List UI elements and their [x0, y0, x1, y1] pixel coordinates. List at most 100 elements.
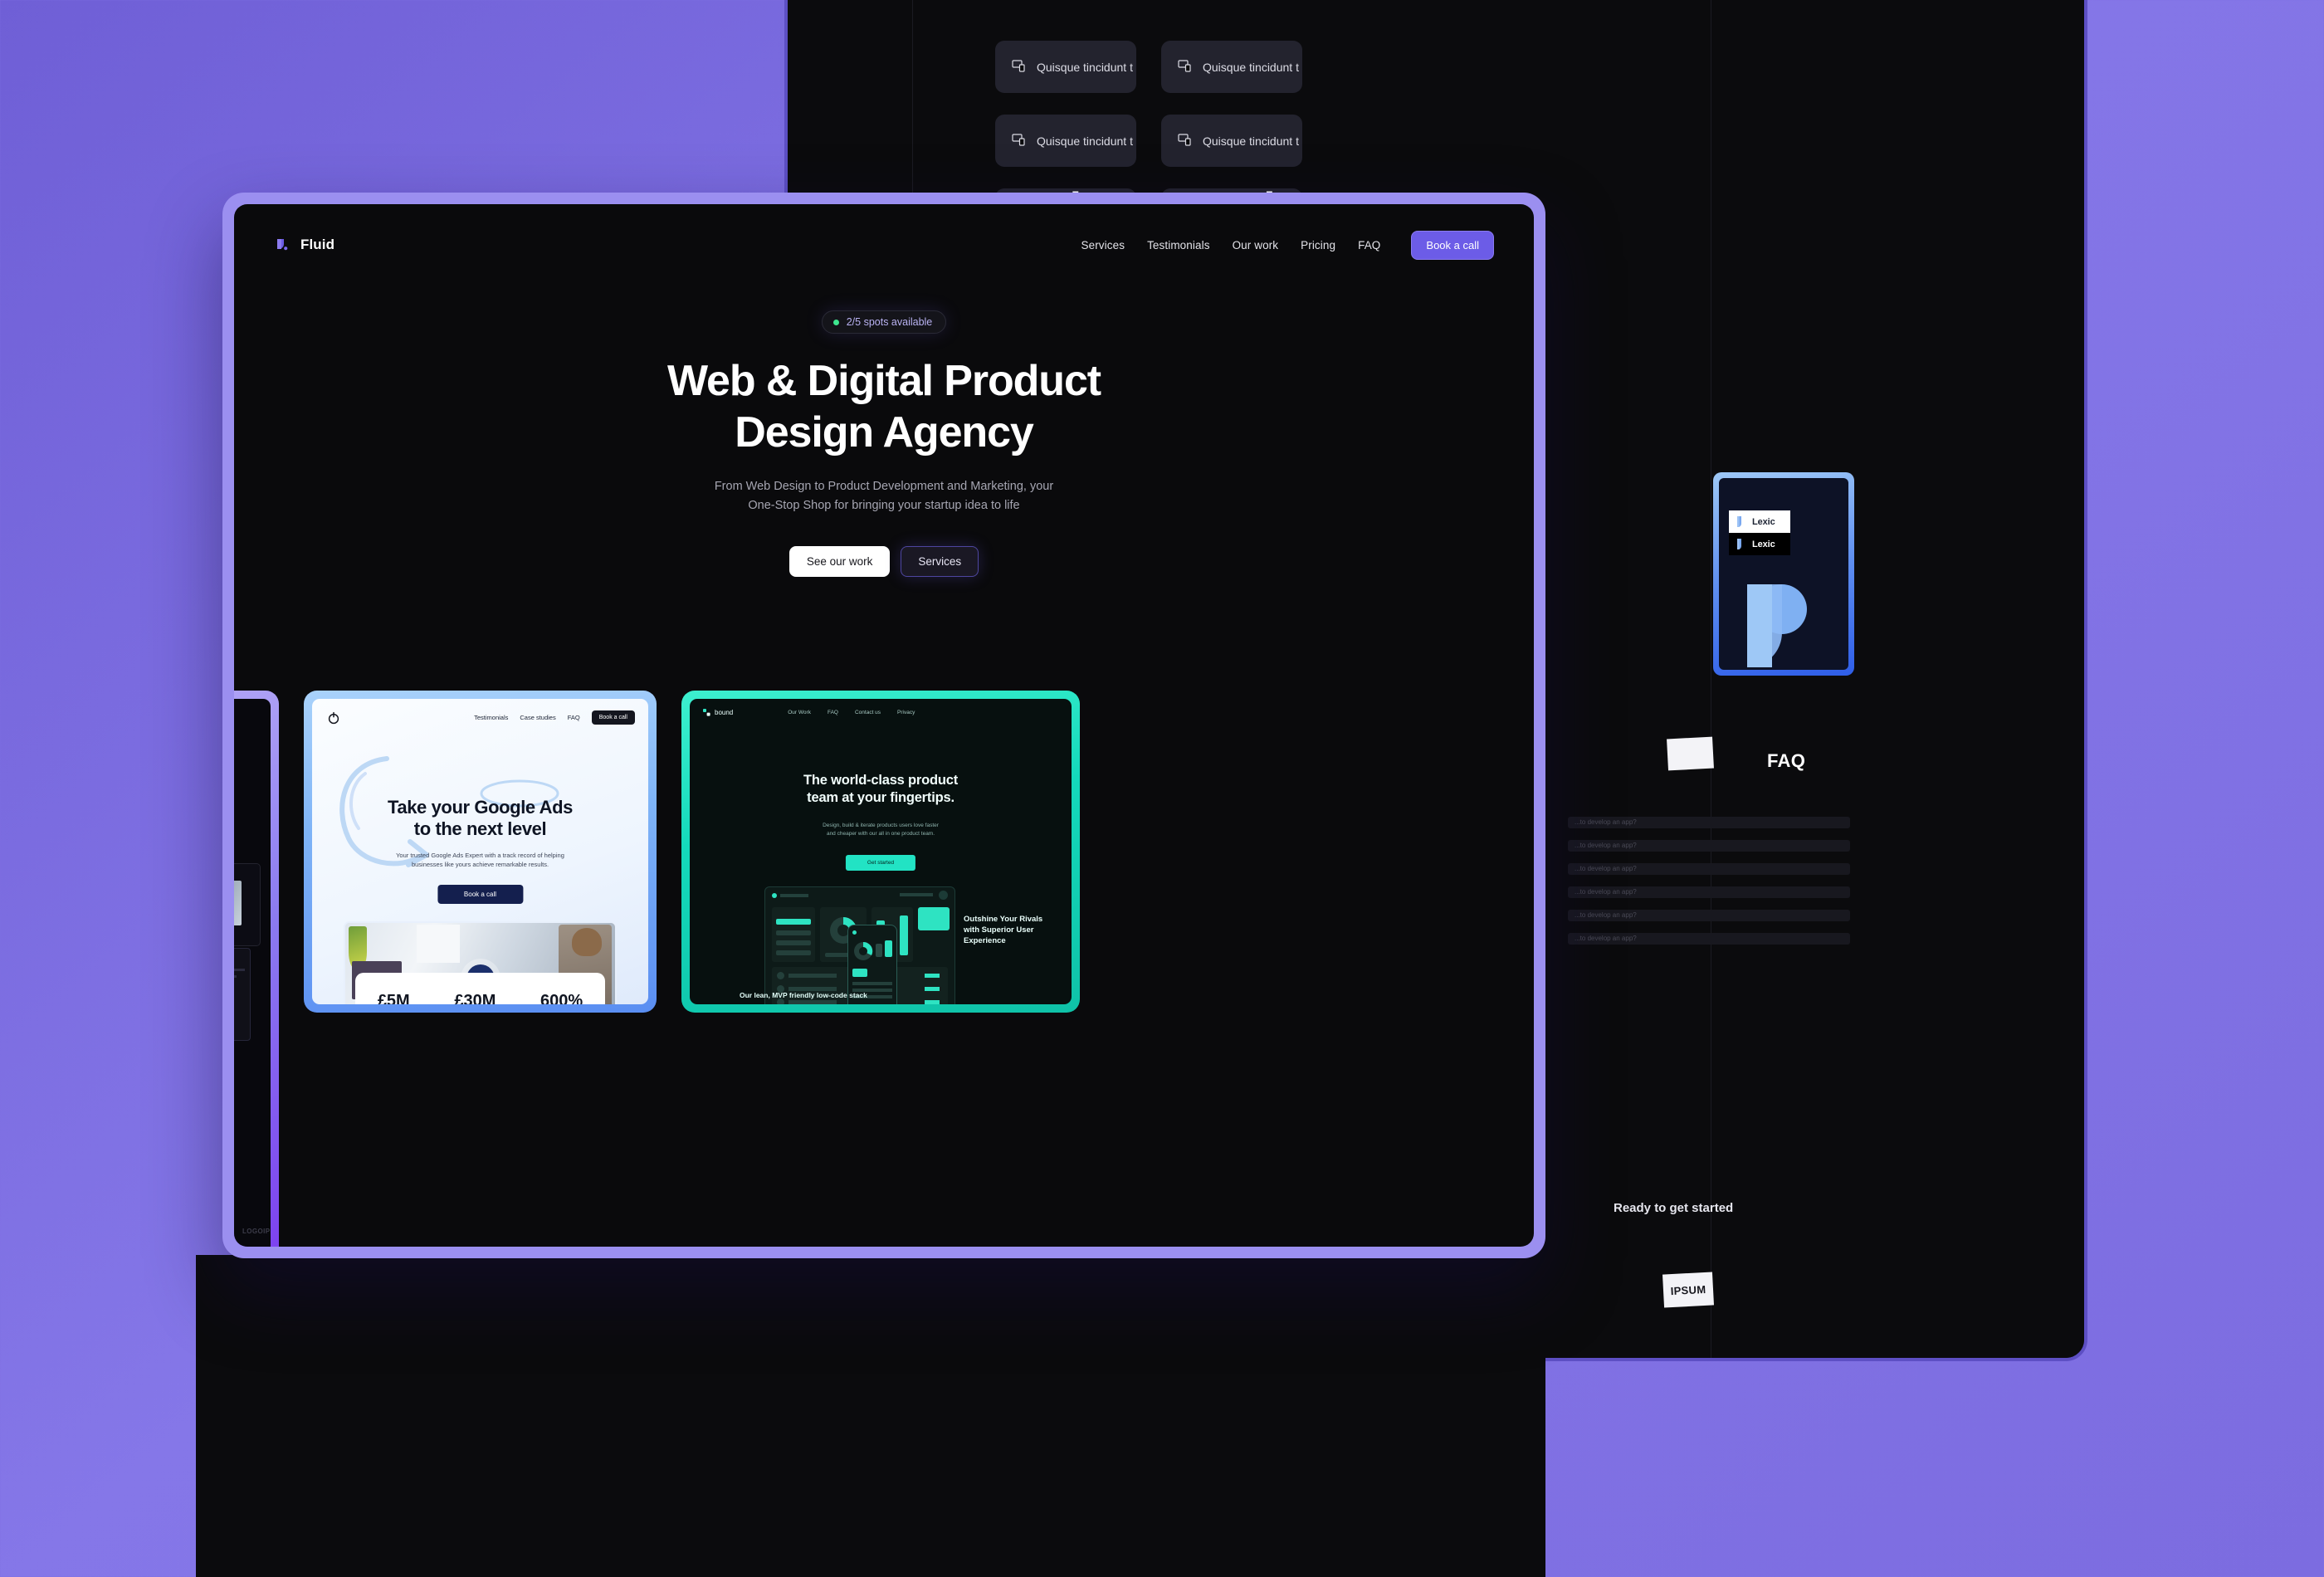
faq-list-item[interactable]: ...to develop an app?	[1568, 886, 1850, 898]
chip-label: Quisque tincidunt t	[1203, 134, 1299, 148]
faq-list-item[interactable]: ...to develop an app?	[1568, 817, 1850, 828]
work-card-bound[interactable]: bound Our Work FAQ Contact us Privacy Th…	[681, 691, 1080, 1013]
spots-available-label: 2/5 spots available	[846, 316, 933, 328]
work-card-purple[interactable]: ...tarted	[234, 691, 279, 1247]
devices-icon	[1012, 59, 1026, 76]
nav-link-our-work[interactable]: Our work	[1233, 239, 1279, 251]
bound-nav-contact[interactable]: Contact us	[855, 710, 881, 715]
book-a-call-button[interactable]: Book a call	[1411, 230, 1494, 260]
devices-icon	[1178, 133, 1192, 149]
purple-card-logo-2: LOGOIPSUM	[242, 1228, 271, 1235]
lexic-label-light: Lexic	[1752, 516, 1775, 527]
background-ready-text: Ready to get started	[1614, 1201, 1734, 1215]
faq-list-item[interactable]: ...to develop an app?	[1568, 863, 1850, 875]
background-white-badge	[1667, 736, 1714, 771]
ga-hero-cta-button[interactable]: Book a call	[437, 885, 524, 904]
chip-item[interactable]: Quisque tincidunt t	[995, 115, 1136, 167]
hero-subtitle-line2: One-Stop Shop for bringing your startup …	[748, 499, 1020, 513]
nav-link-testimonials[interactable]: Testimonials	[1147, 239, 1209, 251]
nav-link-faq[interactable]: FAQ	[1358, 239, 1380, 251]
see-our-work-button[interactable]: See our work	[788, 545, 891, 577]
devices-icon	[1178, 59, 1192, 76]
bound-nav-faq[interactable]: FAQ	[828, 710, 838, 715]
chip-label: Quisque tincidunt t	[1203, 60, 1299, 74]
ga-nav-testimonials[interactable]: Testimonials	[474, 714, 508, 721]
lexic-logo-dark: Lexic	[1729, 533, 1790, 555]
chip-label: Quisque tincidunt t	[1037, 134, 1133, 148]
brand-name: Fluid	[300, 237, 335, 252]
brand[interactable]: Fluid	[274, 237, 334, 254]
faq-list-item[interactable]: ...to develop an app?	[1568, 910, 1850, 921]
spots-available-badge: 2/5 spots available	[821, 310, 947, 334]
bound-paragraph: Design, build & iterate products users l…	[789, 822, 972, 838]
stat-value-3: 600%	[540, 991, 583, 1005]
ga-nav-faq[interactable]: FAQ	[568, 714, 580, 721]
purple-card-chat-mock	[234, 948, 251, 1041]
bound-section-heading-line3: Experience	[964, 935, 1006, 945]
google-ads-screenshot: Testimonials Case studies FAQ Book a cal…	[312, 699, 648, 1004]
page-title: Web & Digital Product Design Agency	[252, 355, 1516, 459]
ga-headline-line2: to the next level	[413, 818, 547, 840]
bound-headline-line1: The world-class product	[803, 773, 959, 788]
hero-subtitle: From Web Design to Product Development a…	[252, 477, 1516, 516]
google-ads-nav-links: Testimonials Case studies FAQ Book a cal…	[474, 710, 635, 725]
google-ads-navbar: Testimonials Case studies FAQ Book a cal…	[327, 710, 635, 725]
bound-screenshot: bound Our Work FAQ Contact us Privacy Th…	[690, 699, 1072, 1004]
hero-section: 2/5 spots available Web & Digital Produc…	[252, 310, 1516, 577]
background-ipsum-badge: IPSUM	[1662, 1272, 1715, 1308]
chip-item[interactable]: Quisque tincidunt t	[1161, 115, 1302, 167]
bound-headline: The world-class product team at your fin…	[690, 772, 1072, 807]
google-ads-brand-icon	[328, 711, 339, 724]
nav-link-pricing[interactable]: Pricing	[1301, 239, 1335, 251]
bound-navbar: bound Our Work FAQ Contact us Privacy	[703, 709, 1058, 716]
purple-card-device-mock	[234, 863, 261, 946]
devices-icon	[1012, 133, 1026, 149]
lexic-brand-card: Lexic Lexic	[1713, 472, 1854, 676]
bound-paragraph-line2: and cheaper with our all in one product …	[826, 831, 935, 837]
services-button[interactable]: Services	[901, 545, 979, 577]
hero-title-line1: Web & Digital Product	[667, 357, 1101, 405]
work-cards-strip: ...tarted	[234, 691, 1534, 1247]
ga-paragraph-line1: Your trusted Google Ads Expert with a tr…	[396, 852, 564, 859]
stat-value-1: £5M	[377, 991, 410, 1005]
stat-value-2: £30M	[454, 991, 496, 1005]
bound-nav-privacy[interactable]: Privacy	[897, 710, 915, 715]
lexic-l-mark	[1737, 538, 1741, 549]
ga-paragraph-line2: businesses like yours achieve remarkable…	[411, 861, 549, 869]
bound-paragraph-line1: Design, build & iterate products users l…	[823, 823, 939, 828]
bound-get-started-button[interactable]: Get started	[845, 855, 916, 871]
foreground-black-panel	[196, 1255, 1545, 1577]
bound-section-heading-line2: with Superior User	[964, 925, 1034, 935]
status-dot-icon	[832, 319, 839, 325]
bound-section-heading: Outshine Your Rivals with Superior User …	[964, 915, 1055, 946]
google-ads-paragraph: Your trusted Google Ads Expert with a tr…	[370, 851, 590, 870]
purple-card-screenshot: ...tarted	[234, 699, 271, 1247]
lexic-label-dark: Lexic	[1752, 539, 1775, 549]
bound-brand-name: bound	[715, 709, 734, 716]
chip-label: Quisque tincidunt t	[1037, 60, 1133, 74]
nav-link-services[interactable]: Services	[1081, 239, 1125, 251]
lexic-l-mark	[1737, 515, 1741, 527]
bound-nav-our-work[interactable]: Our Work	[788, 710, 811, 715]
ga-nav-case-studies[interactable]: Case studies	[520, 714, 555, 721]
bound-section-heading-line1: Outshine Your Rivals	[964, 915, 1043, 924]
faq-list-item[interactable]: ...to develop an app?	[1568, 840, 1850, 852]
chip-item[interactable]: Quisque tincidunt t	[995, 41, 1136, 93]
bound-brand[interactable]: bound	[703, 709, 733, 716]
hero-title-line2: Design Agency	[735, 408, 1034, 457]
google-ads-stats-row: £5M £30M 600%	[355, 973, 605, 1004]
ga-book-a-call-button[interactable]: Book a call	[591, 710, 635, 725]
site-navbar: Fluid Services Testimonials Our work Pri…	[252, 219, 1516, 271]
fluid-droplet-logo-icon	[277, 238, 288, 250]
faq-list-item[interactable]: ...to develop an app?	[1568, 933, 1850, 945]
bound-headline-line2: team at your fingertips.	[807, 790, 954, 806]
lexic-logo-light: Lexic	[1729, 510, 1790, 533]
browser-window: Fluid Services Testimonials Our work Pri…	[222, 193, 1545, 1258]
browser-viewport: Fluid Services Testimonials Our work Pri…	[234, 204, 1534, 1247]
bound-logo-icon	[703, 709, 710, 716]
background-faq-heading: FAQ	[1767, 750, 1806, 771]
background-faq-list: ...to develop an app? ...to develop an a…	[1568, 817, 1850, 956]
work-card-google-ads[interactable]: Testimonials Case studies FAQ Book a cal…	[304, 691, 657, 1013]
chip-item[interactable]: Quisque tincidunt t	[1161, 41, 1302, 93]
lexic-large-mark	[1747, 584, 1807, 667]
